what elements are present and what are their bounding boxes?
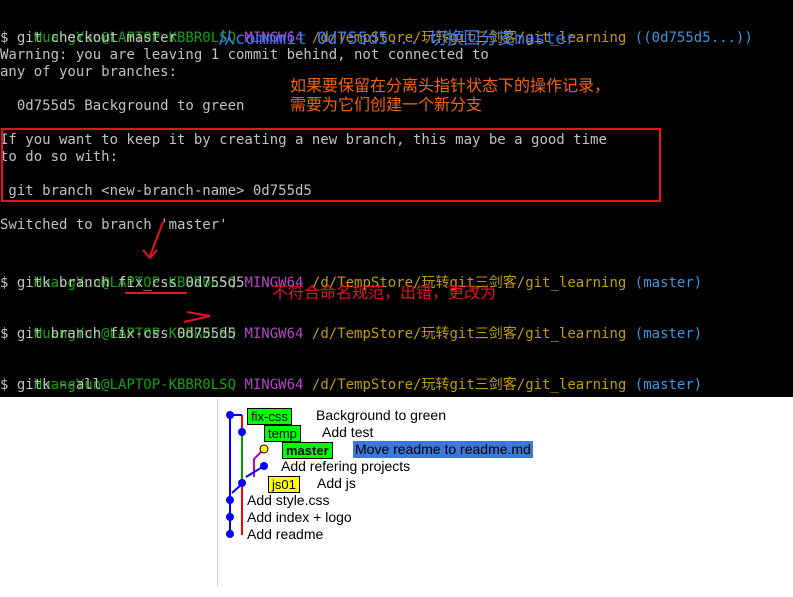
tag-label[interactable]: js01 bbox=[268, 476, 300, 493]
command-gitk-all: $ gitk --all bbox=[0, 377, 102, 393]
prompt-branch: (master) bbox=[634, 377, 703, 393]
commit-message[interactable]: Add readme bbox=[247, 526, 323, 543]
commit-line: 0d755d5 Background to green bbox=[0, 98, 245, 114]
arrow-head bbox=[142, 249, 158, 260]
branch-tag[interactable]: temp bbox=[264, 425, 301, 442]
branch-tag[interactable]: master bbox=[282, 442, 333, 459]
keep-annotation-line-1: 如果要保留在分离头指针状态下的操作记录， bbox=[290, 76, 611, 95]
prompt-branch: ((0d755d5...)) bbox=[634, 30, 753, 46]
switched-line: Switched to branch 'master' bbox=[0, 217, 228, 233]
commit-message-selected[interactable]: Move readme to readme.md bbox=[353, 441, 533, 458]
command-suffix: 0d755d5 bbox=[177, 275, 245, 291]
warning-line-2: any of your branches: bbox=[0, 64, 178, 80]
highlight-box bbox=[1, 128, 661, 202]
command-checkout: $ git checkout master bbox=[0, 30, 178, 46]
prompt-line: HuangYun@LAPTOP-KBBR0LSQ MINGW64 /d/Temp… bbox=[0, 309, 703, 342]
prompt-shell: MINGW64 bbox=[244, 326, 304, 342]
prompt-shell: MINGW64 bbox=[244, 377, 304, 393]
prompt-line: HuangYun@LAPTOP-KBBR0LSQ MINGW64 /d/Temp… bbox=[0, 258, 703, 291]
prompt-path: /d/TempStore/玩转git三剑客/git_learning bbox=[311, 377, 627, 393]
commit-message[interactable]: Add style.css bbox=[247, 492, 329, 509]
keep-annotation-line-2: 需要为它们创建一个新分支 bbox=[290, 95, 483, 114]
terminal-window[interactable]: HuangYun@LAPTOP-KBBR0LSQ MINGW64 /d/Temp… bbox=[0, 0, 793, 397]
prompt-path: /d/TempStore/玩转git三剑客/git_learning bbox=[311, 326, 627, 342]
wrong-branch-name: fix_css bbox=[118, 275, 178, 291]
commit-message[interactable]: Add test bbox=[322, 424, 373, 441]
prompt-line: HuangYun@LAPTOP-KBBR0LSQ MINGW64 /d/Temp… bbox=[0, 13, 753, 46]
prompt-line: HuangYun@LAPTOP-KBBR0LSQ MINGW64 /d/Temp… bbox=[0, 360, 703, 393]
checkout-annotation: 从commmit 0d755d5... 切换回分支master bbox=[218, 29, 576, 49]
prompt-branch: (master) bbox=[634, 275, 703, 291]
commit-message[interactable]: Add js bbox=[317, 475, 356, 492]
warning-line-1: Warning: you are leaving 1 commit behind… bbox=[0, 47, 489, 63]
branch-tag[interactable]: fix-css bbox=[247, 408, 292, 425]
commit-message[interactable]: Background to green bbox=[316, 407, 446, 424]
command-git-branch: $ git branch fix-css 0d755d5 bbox=[0, 326, 237, 342]
gitk-history-view[interactable]: fix-css Background to green temp Add tes… bbox=[217, 399, 793, 587]
commit-message[interactable]: Add index + logo bbox=[247, 509, 352, 526]
command-gitk-branch: $ gitk branch fix_css 0d755d5 bbox=[0, 275, 244, 292]
prompt-branch: (master) bbox=[634, 326, 703, 342]
command-prefix: $ gitk branch bbox=[0, 275, 119, 291]
naming-annotation: 不符合命名规范，出错，更改为 bbox=[272, 283, 497, 302]
commit-message[interactable]: Add refering projects bbox=[281, 458, 410, 475]
